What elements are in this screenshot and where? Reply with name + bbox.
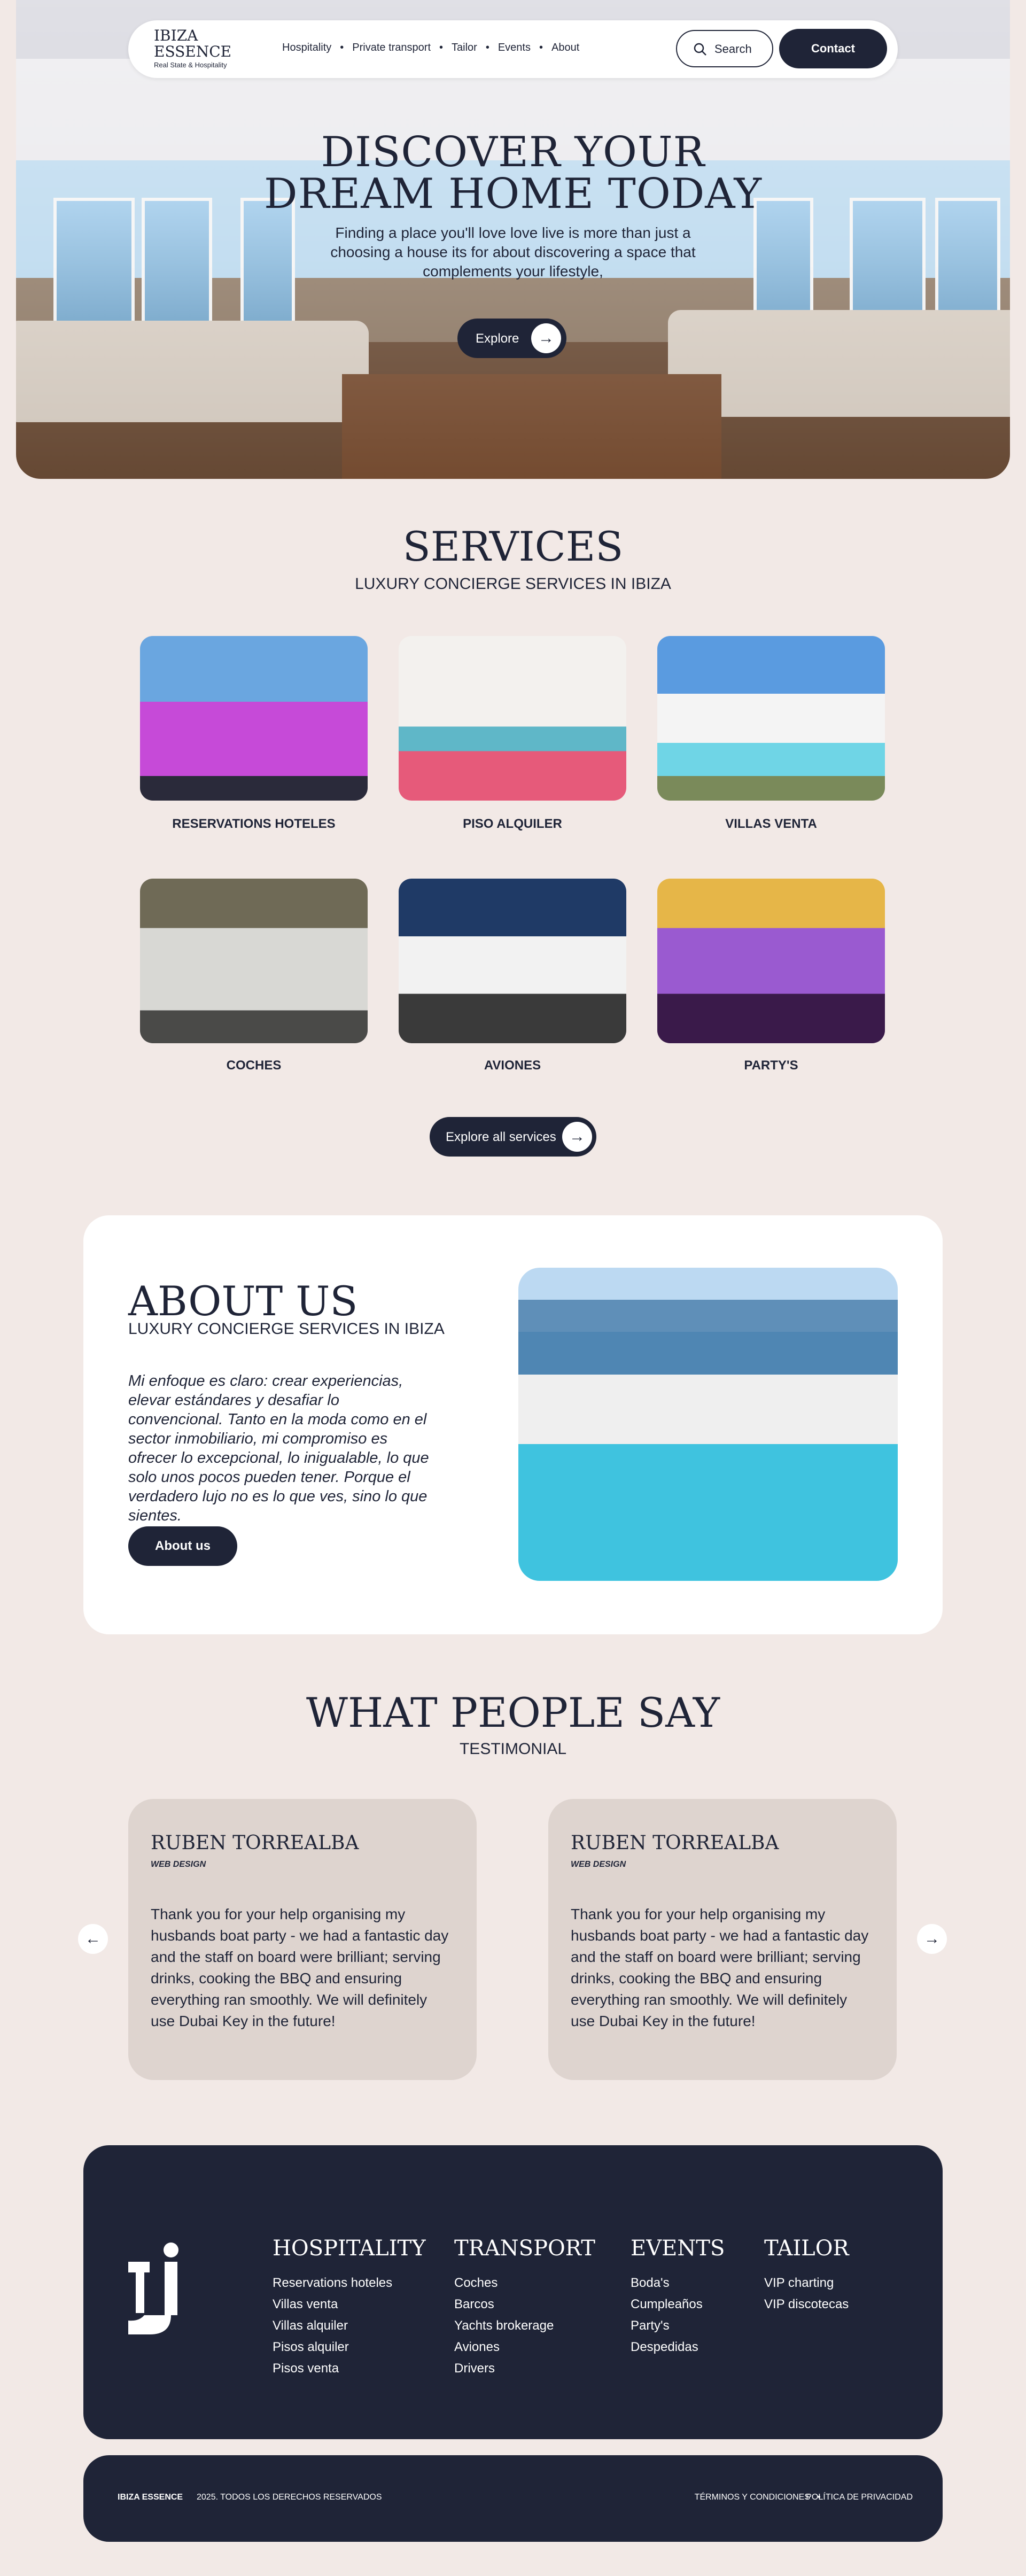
testimonial-name: RUBEN TORREALBA — [571, 1832, 779, 1854]
nav-separator: • — [485, 42, 489, 53]
service-label-parties[interactable]: PARTY'S — [657, 1058, 885, 1073]
service-label-villas[interactable]: VILLAS VENTA — [657, 817, 885, 832]
about-subtitle: LUXURY CONCIERGE SERVICES IN IBIZA — [128, 1320, 445, 1338]
footer-link[interactable]: Reservations hoteles — [273, 2272, 426, 2294]
nav-separator: • — [539, 42, 543, 53]
nav-link-events[interactable]: Events — [498, 42, 531, 54]
service-image-planes[interactable] — [399, 879, 626, 1043]
footer: HOSPITALITY Reservations hoteles Villas … — [83, 2145, 943, 2439]
privacy-link[interactable]: POLÍTICA DE PRIVACIDAD — [800, 2493, 913, 2502]
logo[interactable]: IBIZA ESSENCE Real State & Hospitality — [154, 28, 261, 71]
service-image-apartment[interactable] — [399, 636, 626, 801]
arrow-right-icon: → — [562, 1122, 592, 1152]
footer-link[interactable]: Yachts brokerage — [454, 2315, 595, 2337]
footer-link[interactable]: Boda's — [631, 2272, 725, 2294]
service-label-planes[interactable]: AVIONES — [399, 1058, 626, 1073]
nav-links: Hospitality • Private transport • Tailor • … — [282, 42, 579, 54]
hero-title-line2: DREAM HOME TODAY — [264, 170, 762, 218]
service-label-hotels[interactable]: RESERVATIONS HOTELES — [140, 817, 368, 832]
nav-link-about[interactable]: About — [551, 42, 579, 54]
hero-title: DISCOVER YOUR DREAM HOME TODAY — [246, 131, 780, 215]
contact-button[interactable]: Contact — [779, 29, 887, 68]
hero-title-line1: DISCOVER YOUR — [321, 128, 705, 176]
services-subtitle: LUXURY CONCIERGE SERVICES IN IBIZA — [355, 575, 671, 593]
footer-column-hospitality: HOSPITALITY Reservations hoteles Villas … — [273, 2236, 426, 2379]
testimonial-subtitle: TESTIMONIAL — [459, 1740, 567, 1758]
footer-link[interactable]: Coches — [454, 2272, 595, 2294]
nav-link-tailor[interactable]: Tailor — [452, 42, 477, 54]
search-label: Search — [714, 42, 752, 56]
footer-link[interactable]: Barcos — [454, 2294, 595, 2315]
footer-link[interactable]: Party's — [631, 2315, 725, 2337]
explore-button[interactable]: Explore → — [457, 319, 566, 358]
footer-link[interactable]: Villas venta — [273, 2294, 426, 2315]
testimonial-title: WHAT PEOPLE SAY — [306, 1689, 720, 1736]
service-image-hotels[interactable] — [140, 636, 368, 801]
service-label-apartment[interactable]: PISO ALQUILER — [399, 817, 626, 832]
arrow-right-icon: → — [531, 323, 561, 353]
testimonial-card: RUBEN TORREALBA WEB DESIGN Thank you for… — [128, 1799, 477, 2080]
footer-column-tailor: TAILOR VIP charting VIP discotecas — [764, 2236, 849, 2315]
search-button[interactable]: Search — [676, 30, 773, 67]
footer-link[interactable]: Cumpleaños — [631, 2294, 725, 2315]
footer-column-transport: TRANSPORT Coches Barcos Yachts brokerage… — [454, 2236, 595, 2379]
service-label-cars[interactable]: COCHES — [140, 1058, 368, 1073]
service-image-villas[interactable] — [657, 636, 885, 801]
testimonial-text: Thank you for your help organising my hu… — [571, 1906, 869, 2029]
testimonial-text: Thank you for your help organising my hu… — [151, 1906, 449, 2029]
hero-subtitle: Finding a place you'll love love live is… — [330, 224, 696, 280]
about-text: Mi enfoque es claro: crear experiencias,… — [128, 1372, 429, 1524]
service-image-cars[interactable] — [140, 879, 368, 1043]
footer-heading: HOSPITALITY — [273, 2236, 426, 2261]
testimonial-role: WEB DESIGN — [571, 1860, 626, 1869]
nav-link-private-transport[interactable]: Private transport — [352, 42, 431, 54]
footer-heading: TRANSPORT — [454, 2236, 595, 2261]
footer-link[interactable]: VIP discotecas — [764, 2294, 849, 2315]
explore-all-label: Explore all services — [446, 1130, 556, 1144]
service-image-parties[interactable] — [657, 879, 885, 1043]
arrow-right-icon[interactable]: → — [917, 1924, 947, 1954]
footer-link[interactable]: Despedidas — [631, 2337, 725, 2358]
about-us-button[interactable]: About us — [128, 1526, 237, 1566]
top-nav: IBIZA ESSENCE Real State & Hospitality H… — [128, 20, 898, 78]
nav-separator: • — [439, 42, 444, 53]
footer-link[interactable]: VIP charting — [764, 2272, 849, 2294]
footer-heading: EVENTS — [631, 2236, 725, 2261]
terms-link[interactable]: TÉRMINOS Y CONDICIONES — [671, 2493, 810, 2502]
logo-tagline: Real State & Hospitality — [154, 61, 227, 69]
nav-link-hospitality[interactable]: Hospitality — [282, 42, 331, 54]
arrow-left-icon[interactable]: ← — [78, 1924, 108, 1954]
logo-line2: ESSENCE — [154, 43, 232, 60]
testimonial-card: RUBEN TORREALBA WEB DESIGN Thank you for… — [548, 1799, 897, 2080]
footer-heading: TAILOR — [764, 2236, 849, 2261]
bottom-bar: IBIZA ESSENCE 2025. TODOS LOS DERECHOS R… — [83, 2455, 943, 2542]
footer-link[interactable]: Aviones — [454, 2337, 595, 2358]
testimonial-role: WEB DESIGN — [151, 1860, 206, 1869]
about-title: ABOUT US — [128, 1277, 358, 1325]
search-icon — [694, 43, 706, 56]
copyright-text: 2025. TODOS LOS DERECHOS RESERVADOS — [197, 2493, 382, 2502]
footer-link[interactable]: Pisos alquiler — [273, 2337, 426, 2358]
explore-label: Explore — [476, 331, 519, 346]
testimonial-name: RUBEN TORREALBA — [151, 1832, 359, 1854]
about-image — [518, 1268, 898, 1581]
footer-brand: IBIZA ESSENCE — [118, 2493, 183, 2502]
logo-mark-icon[interactable] — [128, 2240, 187, 2337]
footer-link[interactable]: Drivers — [454, 2358, 595, 2379]
footer-link[interactable]: Villas alquiler — [273, 2315, 426, 2337]
footer-link[interactable]: Pisos venta — [273, 2358, 426, 2379]
explore-all-services-button[interactable]: Explore all services → — [430, 1117, 596, 1157]
services-title: SERVICES — [402, 523, 624, 570]
about-section: ABOUT US LUXURY CONCIERGE SERVICES IN IB… — [83, 1215, 943, 1634]
logo-line1: IBIZA — [154, 27, 198, 44]
footer-column-events: EVENTS Boda's Cumpleaños Party's Despedi… — [631, 2236, 725, 2358]
nav-separator: • — [340, 42, 344, 53]
